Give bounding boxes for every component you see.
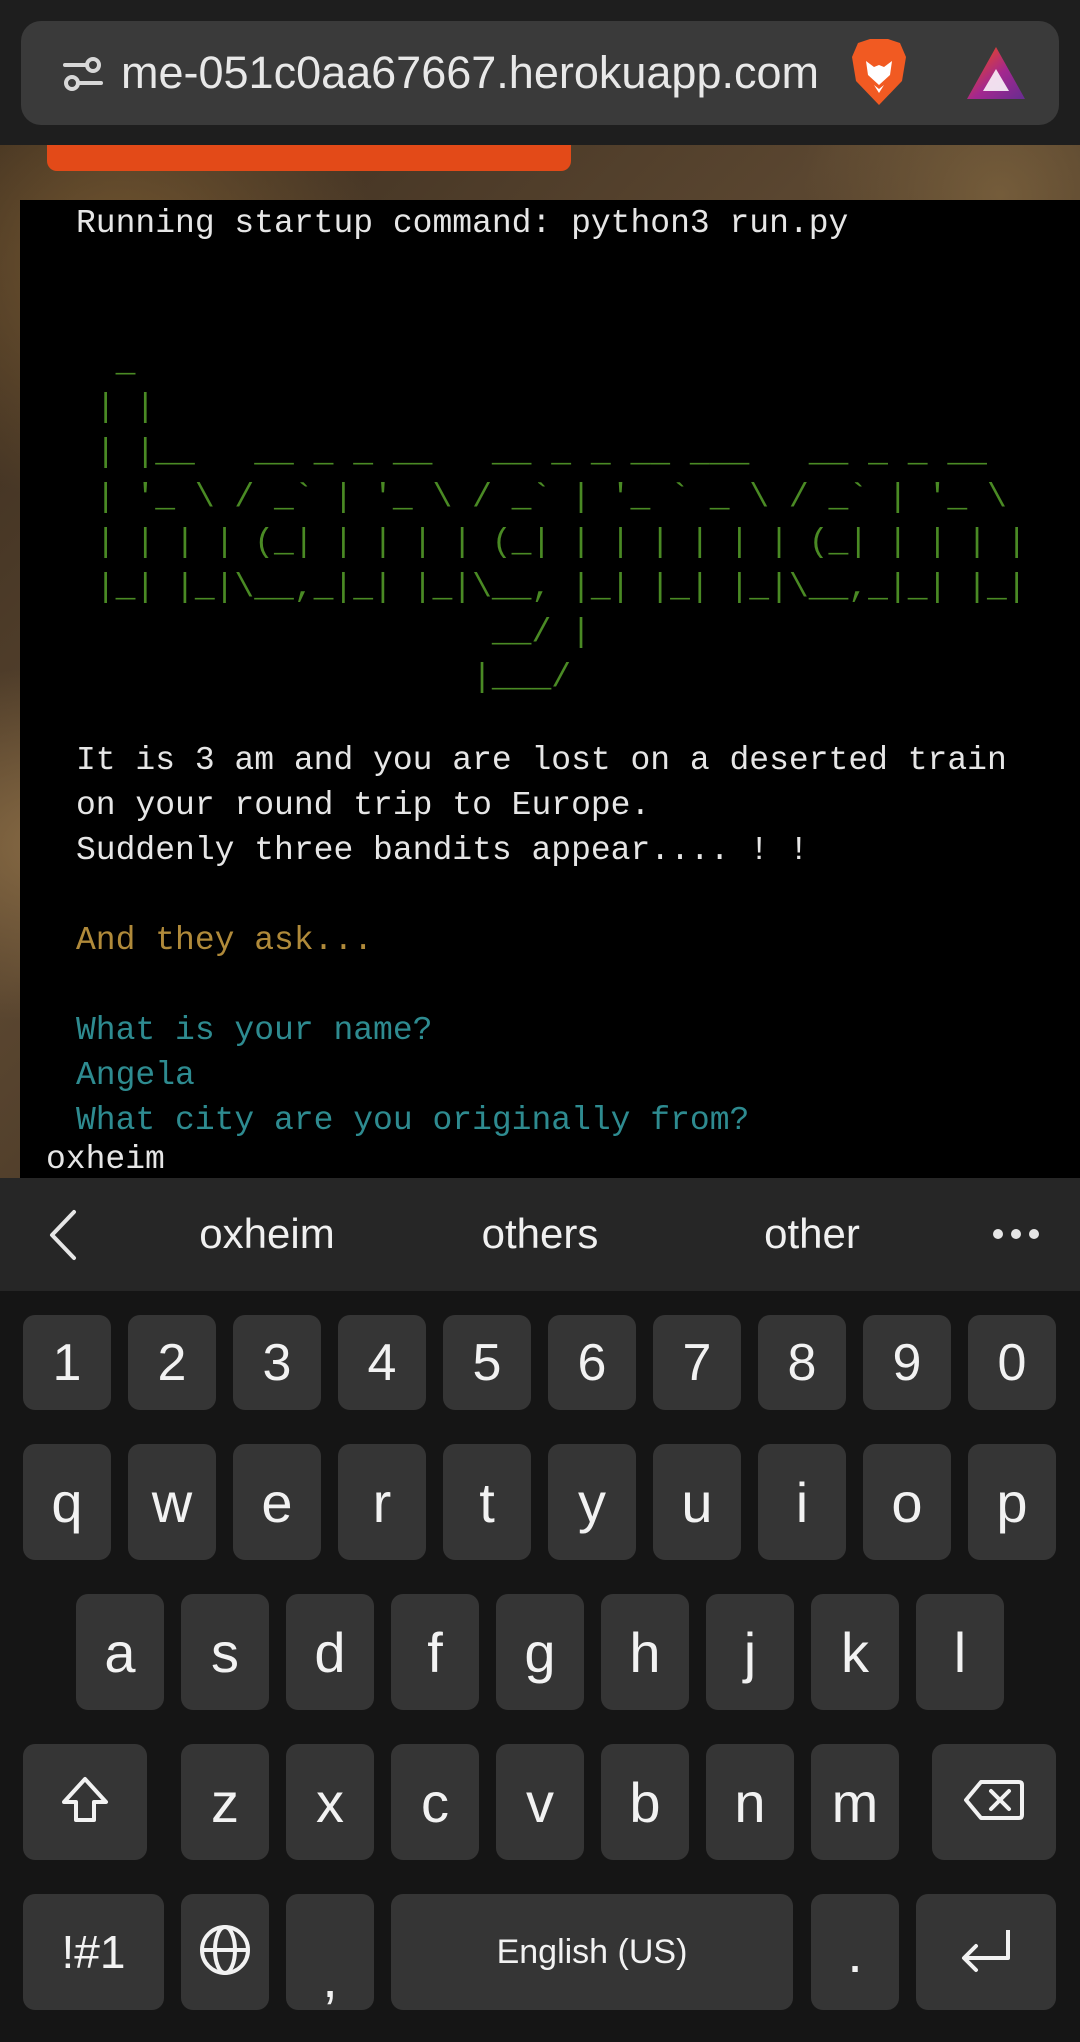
period-key[interactable]: . [811, 1894, 899, 2010]
browser-address-bar: me-051c0aa67667.herokuapp.com [0, 0, 1080, 145]
key-k[interactable]: k [811, 1594, 899, 1710]
name-answer: Angela [76, 1057, 195, 1094]
key-9[interactable]: 9 [863, 1315, 951, 1410]
key-r[interactable]: r [338, 1444, 426, 1560]
key-q[interactable]: q [23, 1444, 111, 1560]
key-m[interactable]: m [811, 1744, 899, 1860]
key-8[interactable]: 8 [758, 1315, 846, 1410]
city-question: What city are you originally from? [76, 1102, 750, 1139]
backspace-key[interactable] [932, 1744, 1056, 1860]
url-text[interactable]: me-051c0aa67667.herokuapp.com [121, 45, 851, 101]
key-z[interactable]: z [181, 1744, 269, 1860]
suggestion-item[interactable]: others [440, 1202, 640, 1266]
key-4[interactable]: 4 [338, 1315, 426, 1410]
key-6[interactable]: 6 [548, 1315, 636, 1410]
enter-return-icon [956, 1926, 1016, 1979]
key-2[interactable]: 2 [128, 1315, 216, 1410]
key-o[interactable]: o [863, 1444, 951, 1560]
key-p[interactable]: p [968, 1444, 1056, 1560]
key-s[interactable]: s [181, 1594, 269, 1710]
brave-rewards-icon[interactable] [965, 45, 1027, 101]
on-screen-keyboard: 1 2 3 4 5 6 7 8 9 0 q w e r t y u i o p … [0, 1291, 1080, 2042]
chevron-left-icon[interactable] [46, 1208, 80, 1262]
key-v[interactable]: v [496, 1744, 584, 1860]
key-b[interactable]: b [601, 1744, 689, 1860]
key-3[interactable]: 3 [233, 1315, 321, 1410]
keyboard-suggestion-bar: oxheim others other [0, 1178, 1080, 1291]
suggestion-item[interactable]: oxheim [170, 1202, 364, 1266]
key-u[interactable]: u [653, 1444, 741, 1560]
more-options-icon[interactable] [990, 1226, 1042, 1242]
story-line: Suddenly three bandits appear.... ! ! [76, 832, 809, 869]
ascii-title-art: _ | | | |__ __ _ _ __ __ _ _ __ ___ __ _… [95, 344, 1027, 696]
key-7[interactable]: 7 [653, 1315, 741, 1410]
run-program-button[interactable] [47, 145, 571, 171]
story-line: It is 3 am and you are lost on a deserte… [76, 742, 1007, 779]
key-5[interactable]: 5 [443, 1315, 531, 1410]
name-question: What is your name? [76, 1012, 433, 1049]
startup-command-line: Running startup command: python3 run.py [76, 205, 849, 242]
key-h[interactable]: h [601, 1594, 689, 1710]
key-t[interactable]: t [443, 1444, 531, 1560]
key-1[interactable]: 1 [23, 1315, 111, 1410]
backspace-icon [963, 1778, 1025, 1827]
comma-key[interactable]: , [286, 1894, 374, 2010]
key-x[interactable]: x [286, 1744, 374, 1860]
story-line: on your round trip to Europe. [76, 787, 651, 824]
suggestion-item[interactable]: other [720, 1202, 904, 1266]
globe-icon [198, 1923, 252, 1982]
terminal-window[interactable]: Running startup command: python3 run.py … [20, 200, 1080, 1178]
key-c[interactable]: c [391, 1744, 479, 1860]
key-y[interactable]: y [548, 1444, 636, 1560]
key-d[interactable]: d [286, 1594, 374, 1710]
site-settings-icon[interactable] [61, 53, 105, 95]
key-n[interactable]: n [706, 1744, 794, 1860]
shift-key[interactable] [23, 1744, 147, 1860]
key-l[interactable]: l [916, 1594, 1004, 1710]
key-w[interactable]: w [128, 1444, 216, 1560]
symbols-key[interactable]: !#1 [23, 1894, 164, 2010]
url-field[interactable]: me-051c0aa67667.herokuapp.com [21, 21, 1059, 125]
space-key[interactable]: English (US) [391, 1894, 793, 2010]
language-key[interactable] [181, 1894, 269, 2010]
key-e[interactable]: e [233, 1444, 321, 1560]
key-i[interactable]: i [758, 1444, 846, 1560]
key-f[interactable]: f [391, 1594, 479, 1710]
they-ask-line: And they ask... [76, 922, 374, 959]
shift-arrow-icon [59, 1774, 111, 1831]
key-j[interactable]: j [706, 1594, 794, 1710]
key-0[interactable]: 0 [968, 1315, 1056, 1410]
terminal-input-line[interactable]: oxheim [46, 1140, 165, 1178]
key-g[interactable]: g [496, 1594, 584, 1710]
enter-key[interactable] [916, 1894, 1056, 2010]
key-a[interactable]: a [76, 1594, 164, 1710]
brave-lion-icon[interactable] [848, 37, 910, 109]
